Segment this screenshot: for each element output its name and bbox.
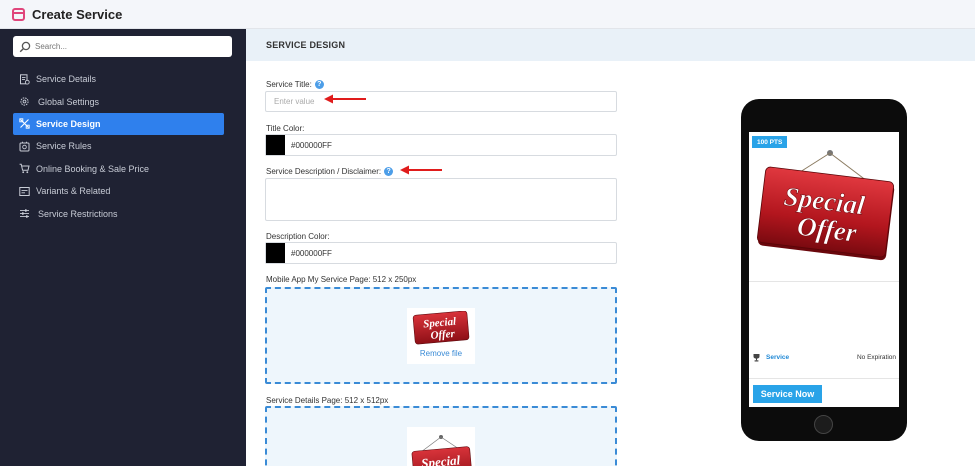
search-box[interactable] (13, 36, 232, 57)
sidebar-item-label: Online Booking & Sale Price (36, 163, 150, 174)
phone-home-button (814, 415, 833, 434)
rules-icon (18, 140, 30, 152)
mobile-image-dropzone[interactable]: Special Offer Remove file (265, 287, 617, 384)
description-color-value: #000000FF (291, 248, 332, 258)
divider (749, 378, 899, 379)
phone-screen: 100 PTS Special Offer Service No Expirat… (749, 132, 899, 407)
sidebar-item-service-restrictions[interactable]: Service Restrictions (13, 202, 224, 224)
special-offer-image: Special Offer (412, 311, 470, 345)
mobile-image-label: Mobile App My Service Page: 512 x 250px (266, 275, 417, 284)
special-offer-image: Special Offer (757, 150, 895, 261)
service-description-label: Service Description / Disclaimer: ? (266, 167, 394, 176)
remove-file-link[interactable]: Remove file (420, 349, 462, 358)
sidebar-item-label: Service Details (36, 74, 97, 85)
trophy-icon (753, 353, 760, 361)
search-input[interactable] (35, 42, 215, 51)
sidebar-nav: Service Details Global Settings Service … (13, 68, 224, 225)
sidebar-item-online-booking[interactable]: Online Booking & Sale Price (13, 158, 224, 180)
sliders-icon (18, 208, 30, 220)
title-color-swatch[interactable] (266, 135, 285, 155)
main-content: SERVICE DESIGN Service Title: ? Title Co… (246, 29, 975, 466)
sidebar-item-service-details[interactable]: Service Details (13, 68, 224, 90)
search-icon (19, 41, 31, 52)
expiration-text: No Expiration (856, 353, 896, 361)
service-title-label: Service Title: ? (266, 80, 324, 89)
sidebar-item-service-design[interactable]: Service Design (13, 112, 224, 136)
document-settings-icon (18, 73, 30, 85)
sidebar-item-service-rules[interactable]: Service Rules (13, 135, 224, 157)
sidebar-item-label: Service Design (36, 118, 101, 129)
uploaded-image-thumbnail: Special Offer Remove file (407, 308, 475, 364)
gear-icon (18, 96, 30, 108)
special-offer-text: Special (421, 452, 462, 466)
service-title-input[interactable] (265, 91, 617, 112)
phone-preview: 100 PTS Special Offer Service No Expirat… (741, 99, 907, 441)
divider (749, 281, 899, 282)
uploaded-image-thumbnail: Special (407, 427, 475, 466)
design-tools-icon (18, 118, 30, 130)
calendar-icon (12, 7, 25, 21)
help-icon[interactable]: ? (384, 167, 394, 176)
variants-icon (18, 185, 30, 197)
details-image-dropzone[interactable]: Special (265, 406, 617, 466)
service-description-textarea[interactable] (265, 178, 617, 221)
special-offer-image: Special (411, 435, 473, 466)
service-link[interactable]: Service (766, 354, 789, 361)
label-text: Service Title: (266, 80, 312, 89)
description-color-swatch[interactable] (266, 243, 285, 263)
sidebar-item-label: Service Rules (36, 141, 92, 152)
title-color-picker[interactable]: #000000FF (265, 134, 617, 156)
sidebar-item-variants[interactable]: Variants & Related (13, 180, 224, 202)
annotation-arrow-icon (324, 94, 366, 104)
annotation-arrow-icon (400, 165, 442, 175)
help-icon[interactable]: ? (314, 80, 324, 89)
sidebar-item-label: Global Settings (38, 96, 100, 107)
label-text: Service Description / Disclaimer: (266, 167, 382, 176)
app-header: Create Service (0, 0, 975, 29)
cart-icon (18, 163, 30, 175)
sidebar: Service Details Global Settings Service … (0, 29, 246, 466)
sidebar-item-label: Service Restrictions (38, 208, 118, 219)
description-color-picker[interactable]: #000000FF (265, 242, 617, 264)
special-offer-text: Offer (430, 328, 456, 342)
details-image-label: Service Details Page: 512 x 512px (266, 396, 389, 405)
service-now-button[interactable]: Service Now (753, 385, 822, 403)
sidebar-item-label: Variants & Related (36, 186, 111, 197)
title-color-value: #000000FF (291, 140, 332, 150)
page-title: Create Service (32, 6, 123, 22)
sidebar-item-global-settings[interactable]: Global Settings (13, 90, 224, 112)
service-info-row: Service No Expiration (752, 351, 896, 363)
title-color-label: Title Color: (266, 124, 305, 133)
description-color-label: Description Color: (266, 232, 330, 241)
section-title: SERVICE DESIGN (246, 29, 975, 61)
